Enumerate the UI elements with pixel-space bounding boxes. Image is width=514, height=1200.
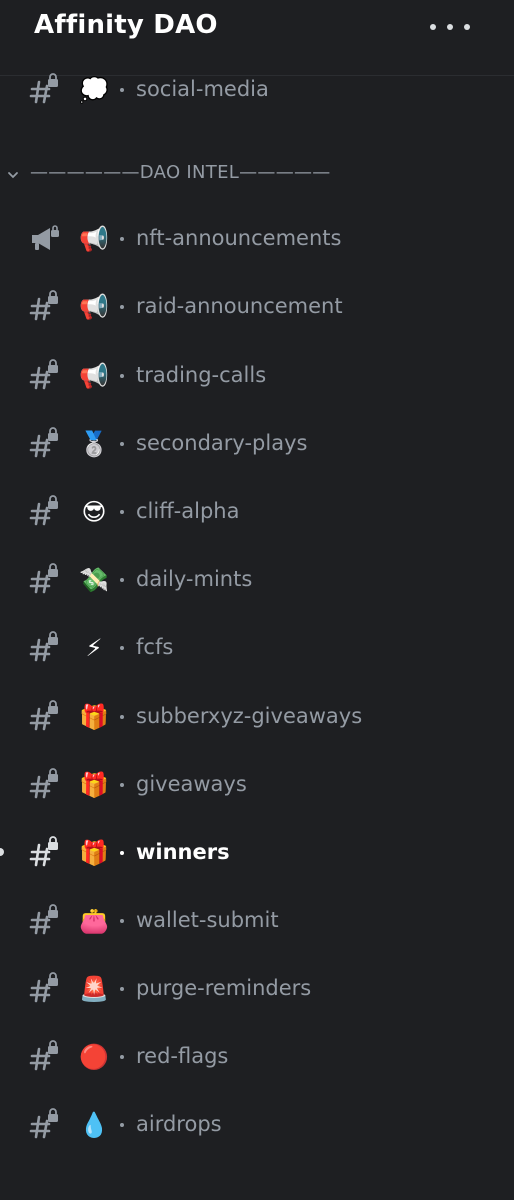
locked-hashtag-icon <box>29 495 58 526</box>
channel-emoji: 😎 <box>81 498 107 526</box>
locked-hashtag-icon <box>29 359 58 390</box>
channel-emoji: 🚨 <box>79 975 109 1003</box>
locked-hashtag-icon <box>29 836 58 867</box>
channel-trading-calls[interactable]: 📢 trading-calls <box>0 351 514 401</box>
server-name[interactable]: Affinity DAO <box>34 10 218 40</box>
channel-name: wallet-submit <box>136 908 279 932</box>
channel-name: social-media <box>136 77 269 101</box>
channel-winners[interactable]: 🎁 winners <box>0 828 514 878</box>
channel-emoji: ⚡ <box>85 634 103 662</box>
separator-dot <box>120 510 124 514</box>
locked-hashtag-icon <box>29 290 58 321</box>
channel-name: red-flags <box>136 1044 229 1068</box>
channel-name: airdrops <box>136 1112 222 1136</box>
channel-name: purge-reminders <box>136 976 312 1000</box>
channel-secondary-plays[interactable]: 🥈 secondary-plays <box>0 419 514 469</box>
channel-subberxyz-giveaways[interactable]: 🎁 subberxyz-giveaways <box>0 692 514 742</box>
channel-name: secondary-plays <box>136 431 308 455</box>
separator-dot <box>120 783 124 787</box>
channel-name: fcfs <box>136 635 174 659</box>
separator-dot <box>120 987 124 991</box>
locked-hashtag-icon <box>29 972 58 1003</box>
channel-raid-announcement[interactable]: 📢 raid-announcement <box>0 282 514 332</box>
channel-emoji: 👛 <box>79 907 109 935</box>
channel-emoji: 🥈 <box>79 430 109 458</box>
separator-dot <box>120 851 124 855</box>
separator-dot <box>120 646 124 650</box>
chevron-down-icon <box>8 172 18 179</box>
category-label: ——————DAO INTEL————— <box>30 162 331 183</box>
separator-dot <box>120 919 124 923</box>
unread-indicator <box>0 848 4 856</box>
channel-wallet-submit[interactable]: 👛 wallet-submit <box>0 896 514 946</box>
locked-hashtag-icon <box>29 1108 58 1139</box>
category-dao-intel[interactable]: ——————DAO INTEL————— <box>0 158 514 194</box>
separator-dot <box>120 578 124 582</box>
channel-purge-reminders[interactable]: 🚨 purge-reminders <box>0 964 514 1014</box>
channel-daily-mints[interactable]: 💸 daily-mints <box>0 555 514 605</box>
channel-name: raid-announcement <box>136 294 343 318</box>
separator-dot <box>120 1055 124 1059</box>
channel-social-media[interactable]: 💭 social-media <box>0 65 514 115</box>
channel-emoji: 🎁 <box>79 771 109 799</box>
separator-dot <box>120 237 124 241</box>
channel-red-flags[interactable]: 🔴 red-flags <box>0 1032 514 1082</box>
ellipsis-icon[interactable] <box>430 14 470 40</box>
channel-cliff-alpha[interactable]: 😎 cliff-alpha <box>0 487 514 537</box>
channel-name: winners <box>136 840 230 864</box>
channel-emoji: 🎁 <box>79 703 109 731</box>
channel-airdrops[interactable]: 💧 airdrops <box>0 1100 514 1150</box>
locked-hashtag-icon <box>29 768 58 799</box>
locked-hashtag-icon <box>29 427 58 458</box>
channel-giveaways[interactable]: 🎁 giveaways <box>0 760 514 810</box>
locked-hashtag-icon <box>29 1040 58 1071</box>
channel-emoji: 📢 <box>79 362 109 390</box>
channel-emoji: 💧 <box>79 1111 109 1139</box>
channel-name: subberxyz-giveaways <box>136 704 363 728</box>
separator-dot <box>120 88 124 92</box>
locked-hashtag-icon <box>29 904 58 935</box>
channel-name: trading-calls <box>136 363 267 387</box>
channel-emoji: 📢 <box>79 293 109 321</box>
channel-name: nft-announcements <box>136 226 342 250</box>
channel-emoji: 🔴 <box>79 1043 109 1071</box>
locked-hashtag-icon <box>29 700 58 731</box>
channel-emoji: 💸 <box>79 566 109 594</box>
channel-name: cliff-alpha <box>136 499 240 523</box>
channel-emoji: 🎁 <box>79 839 109 867</box>
channel-name: daily-mints <box>136 567 253 591</box>
separator-dot <box>120 715 124 719</box>
channel-name: giveaways <box>136 772 247 796</box>
locked-hashtag-icon <box>29 563 58 594</box>
separator-dot <box>120 305 124 309</box>
locked-hashtag-icon <box>29 631 58 662</box>
channel-nft-announcements[interactable]: 📢 nft-announcements <box>0 214 514 264</box>
separator-dot <box>120 374 124 378</box>
channel-emoji: 📢 <box>79 225 109 253</box>
locked-hashtag-icon <box>29 73 58 104</box>
separator-dot <box>120 442 124 446</box>
channel-fcfs[interactable]: ⚡ fcfs <box>0 623 514 673</box>
separator-dot <box>120 1123 124 1127</box>
channel-emoji: 💭 <box>79 76 109 104</box>
announcement-megaphone-icon <box>32 225 59 250</box>
